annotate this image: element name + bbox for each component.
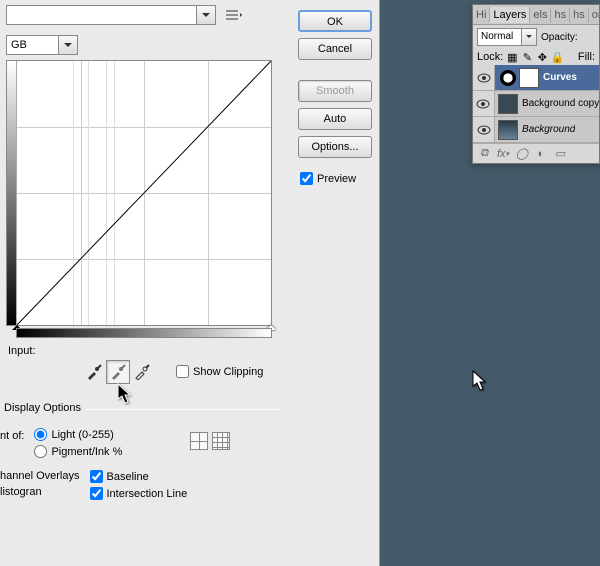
- grid-simple-icon[interactable]: [190, 432, 208, 450]
- show-clipping-label: Show Clipping: [193, 366, 263, 378]
- link-layers-icon[interactable]: ⧉: [477, 147, 491, 161]
- output-gradient: [7, 61, 17, 325]
- white-point-eyedropper[interactable]: [130, 360, 154, 384]
- layer-mask-icon[interactable]: ◯: [515, 147, 529, 161]
- layer-list: Curves Background copy Background: [473, 65, 599, 143]
- cursor-icon: [117, 383, 133, 405]
- preset-select[interactable]: [6, 5, 216, 25]
- visibility-toggle[interactable]: [473, 91, 495, 116]
- fill-label: Fill:: [578, 51, 595, 63]
- layer-row-curves[interactable]: Curves: [473, 65, 599, 91]
- dialog-menu-icon[interactable]: [226, 9, 242, 21]
- layer-row-background[interactable]: Background: [473, 117, 599, 143]
- layer-thumb: [498, 120, 518, 140]
- layer-style-icon[interactable]: fx▾: [496, 147, 510, 161]
- baseline-label: Baseline: [107, 471, 149, 483]
- layer-thumb: [498, 94, 518, 114]
- layer-row-bg-copy[interactable]: Background copy: [473, 91, 599, 117]
- black-point-eyedropper[interactable]: [82, 360, 106, 384]
- lock-all-icon[interactable]: 🔒: [551, 51, 563, 63]
- smooth-button[interactable]: Smooth: [298, 80, 372, 102]
- pigment-radio[interactable]: [34, 445, 47, 458]
- layer-name: Background: [522, 124, 575, 135]
- intersection-label: Intersection Line: [107, 488, 188, 500]
- display-options-label: Display Options: [0, 402, 85, 414]
- curve-line[interactable]: [17, 61, 271, 325]
- cursor-icon: [472, 370, 488, 392]
- tab-other1[interactable]: hs: [570, 7, 589, 23]
- auto-button[interactable]: Auto: [298, 108, 372, 130]
- channel-select[interactable]: GB: [6, 35, 78, 55]
- adjustment-layer-icon[interactable]: ◐: [534, 147, 548, 161]
- tab-channels[interactable]: els: [530, 7, 551, 23]
- ok-button[interactable]: OK: [298, 10, 372, 32]
- visibility-toggle[interactable]: [473, 65, 495, 90]
- panel-tabs: Hi Layers els hs hs or es: [473, 5, 599, 25]
- channel-overlays-label: hannel Overlays: [0, 470, 80, 482]
- intersection-checkbox[interactable]: [90, 487, 103, 500]
- adjustment-thumb: [500, 70, 516, 86]
- options-button[interactable]: Options...: [298, 136, 372, 158]
- visibility-toggle[interactable]: [473, 117, 495, 142]
- layers-panel: Hi Layers els hs hs or es Normal Opacity…: [472, 4, 600, 164]
- preview-label: Preview: [317, 173, 356, 185]
- tab-history[interactable]: Hi: [473, 7, 490, 23]
- histogram-label: listogran: [0, 486, 80, 498]
- curve-graph[interactable]: [6, 60, 272, 326]
- curves-dialog: GB Input:: [0, 0, 380, 566]
- group-icon[interactable]: ▭: [553, 147, 567, 161]
- light-radio[interactable]: [34, 428, 47, 441]
- mask-thumb: [519, 68, 539, 88]
- amount-label: nt of:: [0, 428, 24, 442]
- baseline-checkbox[interactable]: [90, 470, 103, 483]
- grid-detailed-icon[interactable]: [212, 432, 230, 450]
- tab-other2[interactable]: or: [589, 7, 599, 23]
- gray-point-eyedropper[interactable]: [106, 360, 130, 384]
- light-radio-label: Light (0-255): [51, 429, 113, 441]
- lock-position-icon[interactable]: ✥: [536, 51, 548, 63]
- input-label: Input:: [8, 345, 36, 357]
- input-gradient: [16, 328, 272, 338]
- lock-label: Lock:: [477, 51, 503, 63]
- cancel-button[interactable]: Cancel: [298, 38, 372, 60]
- show-clipping-checkbox[interactable]: [176, 365, 189, 378]
- preview-checkbox[interactable]: [300, 172, 313, 185]
- lock-transparency-icon[interactable]: ▦: [506, 51, 518, 63]
- pigment-radio-label: Pigment/Ink %: [51, 446, 122, 458]
- tab-layers[interactable]: Layers: [490, 7, 530, 23]
- layer-name: Background copy: [522, 98, 599, 109]
- lock-paint-icon[interactable]: ✎: [521, 51, 533, 63]
- opacity-label: Opacity:: [541, 32, 578, 43]
- tab-paths[interactable]: hs: [551, 7, 570, 23]
- blend-mode-select[interactable]: Normal: [477, 28, 537, 46]
- layer-name: Curves: [543, 72, 577, 83]
